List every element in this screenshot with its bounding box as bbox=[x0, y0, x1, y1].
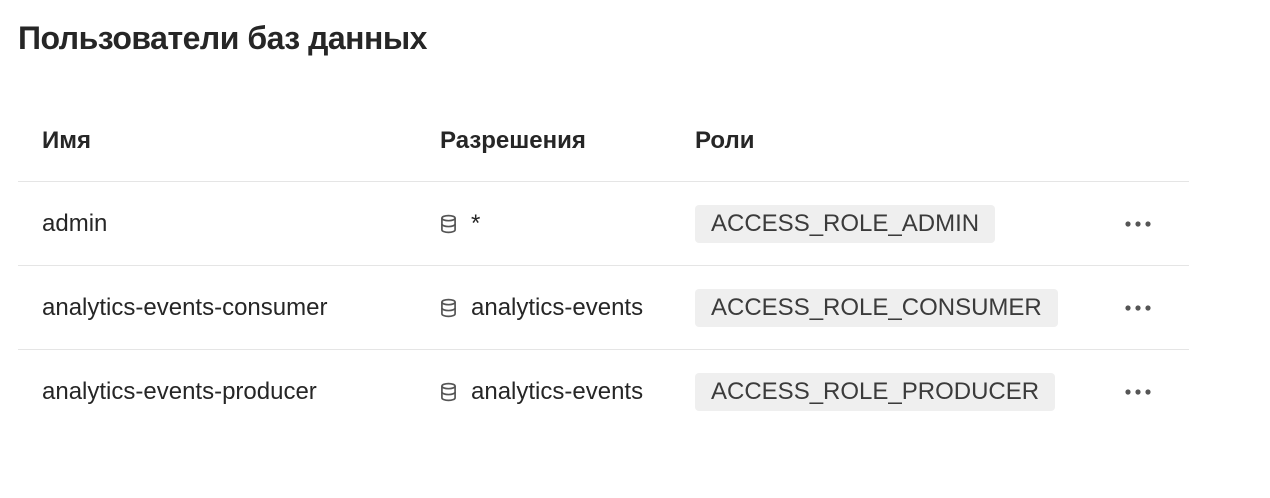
user-name: analytics-events-consumer bbox=[42, 293, 328, 321]
database-icon bbox=[441, 382, 456, 401]
role-cell: ACCESS_ROLE_ADMIN bbox=[695, 182, 996, 265]
more-horizontal-icon bbox=[1125, 388, 1151, 395]
table-header: Имя Разрешения Роли bbox=[18, 100, 1189, 182]
user-name: admin bbox=[42, 209, 108, 237]
users-table: Имя Разрешения Роли admin * ACCESS_ROLE_… bbox=[18, 100, 1189, 433]
column-header-permissions[interactable]: Разрешения bbox=[440, 100, 586, 181]
row-actions-cell bbox=[1118, 266, 1158, 349]
permission-value: analytics-events bbox=[471, 293, 644, 321]
more-horizontal-icon bbox=[1125, 304, 1151, 311]
database-icon bbox=[441, 214, 456, 233]
permission-value: * bbox=[471, 209, 481, 237]
column-header-name[interactable]: Имя bbox=[42, 100, 91, 181]
column-header-roles[interactable]: Роли bbox=[695, 100, 754, 181]
permission-cell: * bbox=[440, 182, 480, 265]
row-actions-cell bbox=[1118, 350, 1158, 433]
permission-cell: analytics-events bbox=[440, 350, 643, 433]
permission-value: analytics-events bbox=[471, 377, 644, 405]
table-row[interactable]: analytics-events-consumer analytics-even… bbox=[18, 266, 1189, 350]
permission-cell: analytics-events bbox=[440, 266, 643, 349]
table-row[interactable]: admin * ACCESS_ROLE_ADMIN bbox=[18, 182, 1189, 266]
database-icon bbox=[441, 298, 456, 317]
role-cell: ACCESS_ROLE_PRODUCER bbox=[695, 350, 1056, 433]
role-badge: ACCESS_ROLE_PRODUCER bbox=[695, 372, 1056, 411]
row-actions-button[interactable] bbox=[1118, 376, 1158, 408]
row-actions-button[interactable] bbox=[1118, 208, 1158, 240]
table-row[interactable]: analytics-events-producer analytics-even… bbox=[18, 350, 1189, 433]
role-cell: ACCESS_ROLE_CONSUMER bbox=[695, 266, 1058, 349]
role-badge: ACCESS_ROLE_CONSUMER bbox=[695, 288, 1058, 327]
row-actions-cell bbox=[1118, 182, 1158, 265]
user-name: analytics-events-producer bbox=[42, 377, 317, 405]
role-badge: ACCESS_ROLE_ADMIN bbox=[695, 204, 996, 243]
row-actions-button[interactable] bbox=[1118, 292, 1158, 324]
more-horizontal-icon bbox=[1125, 220, 1151, 227]
page-title: Пользователи баз данных bbox=[18, 20, 427, 56]
